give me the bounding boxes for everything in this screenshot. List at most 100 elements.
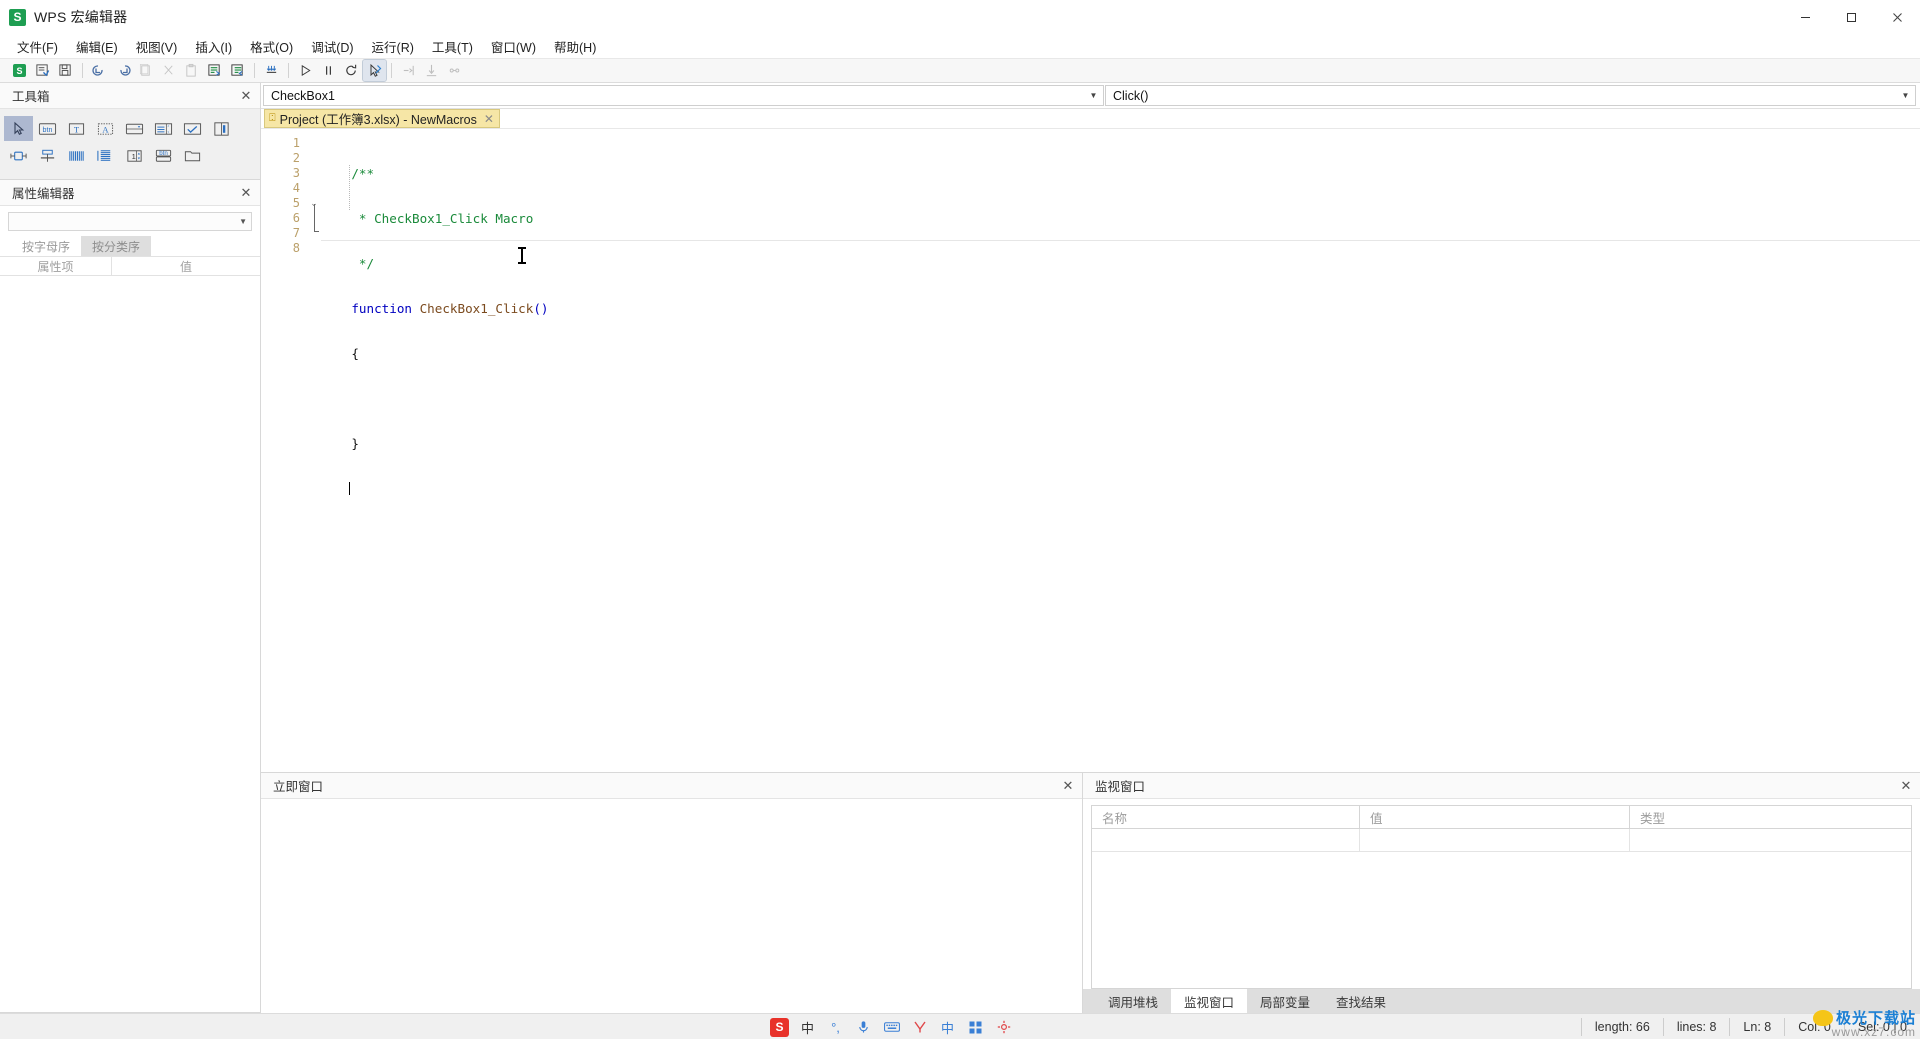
redo-icon[interactable] <box>111 60 134 81</box>
cut-icon[interactable] <box>157 60 180 81</box>
tool-spinbutton[interactable]: 1 <box>120 143 149 168</box>
reset-icon[interactable] <box>340 60 363 81</box>
tool-listbox[interactable] <box>149 116 178 141</box>
object-select-value: CheckBox1 <box>271 88 335 103</box>
tool-multipage[interactable]: btn <box>149 143 178 168</box>
editor-tab-project[interactable]: ⍠ Project (工作簿3.xlsx) - NewMacros ✕ <box>264 109 500 128</box>
ime-keyboard-icon[interactable] <box>882 1018 901 1037</box>
step-out-icon[interactable] <box>443 60 466 81</box>
property-editor-close-icon[interactable]: ✕ <box>238 185 254 201</box>
svg-text:1: 1 <box>132 152 136 161</box>
menu-insert[interactable]: 插入(I) <box>186 34 241 59</box>
tab-call-stack[interactable]: 调用堆栈 <box>1095 989 1171 1013</box>
status-ln: Ln: 8 <box>1729 1017 1784 1036</box>
code-line: /** <box>321 166 1920 181</box>
code-token: * CheckBox1_Click Macro <box>321 211 534 226</box>
menu-edit[interactable]: 编辑(E) <box>67 34 127 59</box>
watch-cell-value[interactable] <box>1360 829 1630 851</box>
tool-frame[interactable] <box>33 143 62 168</box>
immediate-window-body[interactable] <box>261 799 1082 1013</box>
tool-command-button[interactable]: btn <box>33 116 62 141</box>
code-line: function CheckBox1_Click() <box>321 301 1920 316</box>
tool-option-button[interactable] <box>4 143 33 168</box>
mouse-text-cursor <box>518 247 526 264</box>
undo-icon[interactable] <box>88 60 111 81</box>
pause-icon[interactable] <box>317 60 340 81</box>
run-icon[interactable] <box>294 60 317 81</box>
title-bar: S WPS 宏编辑器 <box>0 0 1920 34</box>
toolbar-separator-4 <box>391 63 392 78</box>
maximize-button[interactable] <box>1828 0 1874 34</box>
object-select[interactable]: CheckBox1 ▼ <box>263 85 1104 106</box>
ime-tools-icon[interactable] <box>910 1018 929 1037</box>
ime-punctuation-icon[interactable]: °, <box>826 1018 845 1037</box>
tab-find-results[interactable]: 查找结果 <box>1323 989 1399 1013</box>
menu-help[interactable]: 帮助(H) <box>545 34 605 59</box>
fold-guide-foot <box>313 231 319 232</box>
toolbox-close-icon[interactable]: ✕ <box>238 88 254 104</box>
watch-cell-type[interactable] <box>1630 829 1911 851</box>
ime-chinese-icon[interactable]: 中 <box>798 1018 817 1037</box>
property-grid-body[interactable] <box>0 276 260 1012</box>
menu-file[interactable]: 文件(F) <box>8 34 67 59</box>
watch-grid[interactable]: 名称 值 类型 <box>1091 805 1912 989</box>
ime-translate-icon[interactable]: 中 <box>938 1018 957 1037</box>
chevron-down-icon[interactable]: ▼ <box>1898 87 1913 104</box>
sogou-ime-icon[interactable]: S <box>770 1017 789 1037</box>
tool-select-pointer[interactable] <box>4 116 33 141</box>
property-object-select[interactable]: ▼ <box>8 212 252 231</box>
line-number: 3 <box>292 166 300 180</box>
watch-cell-name[interactable] <box>1092 829 1360 851</box>
indent-icon[interactable] <box>203 60 226 81</box>
code-editor[interactable]: 1 2 3 4 5 6 7 8 ⌄ /** * CheckBox1_Click … <box>261 128 1920 772</box>
tab-watch[interactable]: 监视窗口 <box>1171 989 1248 1013</box>
code-text-area[interactable]: /** * CheckBox1_Click Macro */ function … <box>321 129 1920 772</box>
step-over-icon[interactable] <box>420 60 443 81</box>
tool-textbox[interactable]: T <box>62 116 91 141</box>
save-icon[interactable] <box>31 60 54 81</box>
outdent-icon[interactable] <box>226 60 249 81</box>
ime-settings-icon[interactable] <box>994 1018 1013 1037</box>
minimize-button[interactable] <box>1782 0 1828 34</box>
immediate-window-close-icon[interactable]: ✕ <box>1060 778 1076 794</box>
design-mode-icon[interactable] <box>362 59 387 82</box>
watch-grid-row[interactable] <box>1092 829 1911 852</box>
tab-categorized[interactable]: 按分类序 <box>81 236 152 256</box>
module-icon: ⍠ <box>269 112 276 124</box>
window-controls <box>1782 0 1920 34</box>
ime-apps-icon[interactable] <box>966 1018 985 1037</box>
tool-scrollbar-h[interactable] <box>62 143 91 168</box>
tool-checkbox[interactable] <box>178 116 207 141</box>
export-icon[interactable] <box>54 60 77 81</box>
menu-window[interactable]: 窗口(W) <box>482 34 545 59</box>
tool-toggle-button[interactable] <box>207 116 236 141</box>
tool-label[interactable]: A <box>91 116 120 141</box>
ime-voice-icon[interactable] <box>854 1018 873 1037</box>
menu-view[interactable]: 视图(V) <box>127 34 187 59</box>
code-fold-gutter[interactable]: ⌄ <box>307 129 321 772</box>
menu-format[interactable]: 格式(O) <box>241 34 302 59</box>
immediate-window-header: 立即窗口 ✕ <box>261 773 1082 799</box>
menu-run[interactable]: 运行(R) <box>363 34 423 59</box>
tool-scrollbar-v[interactable] <box>91 143 120 168</box>
close-button[interactable] <box>1874 0 1920 34</box>
menu-debug[interactable]: 调试(D) <box>302 34 362 59</box>
tab-locals[interactable]: 局部变量 <box>1247 989 1323 1013</box>
chevron-down-icon[interactable]: ▼ <box>1086 87 1101 104</box>
editor-tab-close-icon[interactable]: ✕ <box>484 112 494 126</box>
procedure-select[interactable]: Click() ▼ <box>1105 85 1916 106</box>
current-line-underline <box>321 240 1920 241</box>
watch-window-close-icon[interactable]: ✕ <box>1898 778 1914 794</box>
paste-icon[interactable] <box>180 60 203 81</box>
copy-icon[interactable] <box>134 60 157 81</box>
watch-window-panel: 监视窗口 ✕ 名称 值 类型 调用堆栈 监视窗口 局部变量 查找结果 <box>1083 773 1920 1013</box>
step-into-icon[interactable] <box>397 60 420 81</box>
procedure-select-value: Click() <box>1113 88 1149 103</box>
tab-alphabetic[interactable]: 按字母序 <box>11 236 82 256</box>
breakpoint-icon[interactable] <box>260 60 283 81</box>
tool-combobox[interactable] <box>120 116 149 141</box>
menu-tools[interactable]: 工具(T) <box>423 34 482 59</box>
wps-logo-icon[interactable]: S <box>8 60 31 81</box>
tool-image[interactable] <box>178 143 207 168</box>
